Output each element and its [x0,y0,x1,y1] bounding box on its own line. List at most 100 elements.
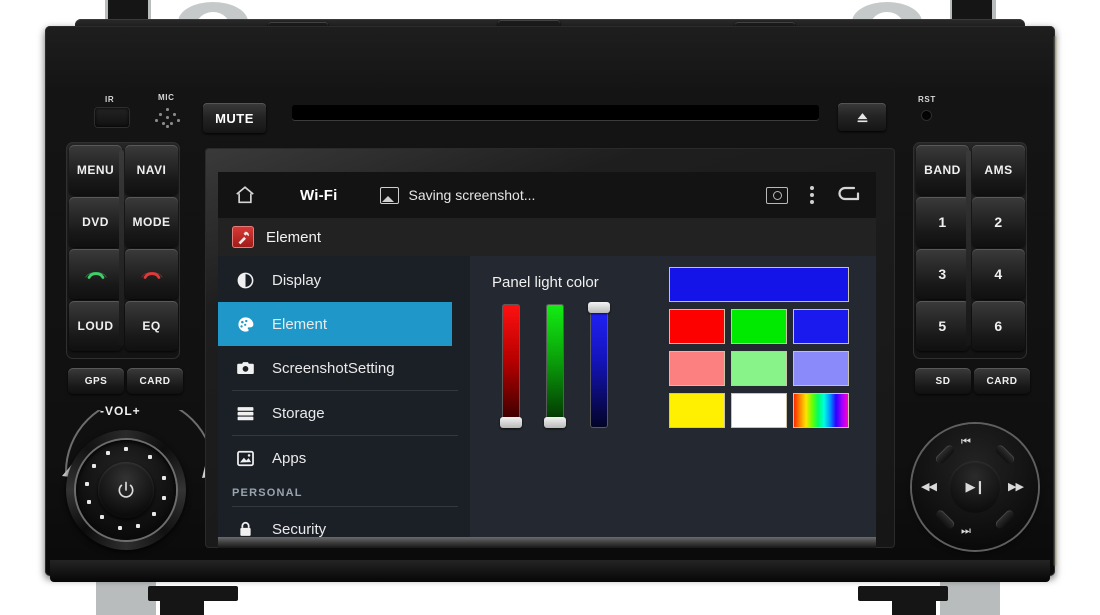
sidebar-item-label: ScreenshotSetting [272,359,395,377]
green-slider[interactable] [546,304,564,428]
preset-2-button[interactable]: 2 [972,197,1025,247]
screen-capture-icon[interactable] [766,186,788,204]
rewind-icon[interactable]: ◀◀ [921,480,937,493]
preset-3-button[interactable]: 3 [916,249,969,299]
eject-button[interactable] [838,103,886,131]
gps-button[interactable]: GPS [68,368,124,394]
bottom-bracket-left [96,580,156,615]
preset-1-button[interactable]: 1 [916,197,969,247]
sidebar-item-label: Apps [272,449,307,467]
navpad-notch-br [994,508,1016,531]
preset-5-button[interactable]: 5 [916,301,969,351]
fast-forward-icon[interactable]: ▶▶ [1008,480,1024,493]
sidebar-item-storage[interactable]: Storage [218,391,470,435]
settings-body: Display Element ScreenshotSetting Storag… [218,256,876,537]
eq-button[interactable]: EQ [125,301,178,351]
body-right-edge [1053,36,1057,566]
menu-button[interactable]: MENU [69,145,122,195]
preset-6-button[interactable]: 6 [972,301,1025,351]
loud-button[interactable]: LOUD [69,301,122,351]
element-app-icon [232,226,254,248]
play-pause-button[interactable]: ▶❙ [949,461,1001,513]
kebab-menu-icon[interactable] [810,186,814,204]
apps-image-icon [232,449,258,468]
sidebar-item-apps[interactable]: Apps [218,436,470,480]
swatch-light-green[interactable] [732,352,786,385]
blue-slider[interactable] [590,304,608,428]
dvd-button[interactable]: DVD [69,197,122,247]
sidebar-item-label: Storage [272,404,325,422]
next-track-icon[interactable]: ⏭ [961,525,971,538]
swatch-white[interactable] [732,394,786,427]
disc-slot[interactable] [292,105,819,120]
navpad-notch-bl [934,508,956,531]
sd-button[interactable]: SD [915,368,971,394]
color-preview [670,268,848,301]
sidebar-item-element[interactable]: Element [218,302,452,346]
navi-button[interactable]: NAVI [125,145,178,195]
app-title: Element [266,228,322,246]
swatch-blue[interactable] [794,310,848,343]
screenshot-root: IR MIC MUTE RST MENU NAVI DVD MODE LOUD … [0,0,1100,615]
left-card-button[interactable]: CARD [127,368,183,394]
status-bar-actions [766,183,862,208]
band-button[interactable]: BAND [916,145,969,195]
sidebar-section-personal: PERSONAL [232,487,303,499]
screenshot-status-text: Saving screenshot... [408,187,536,203]
sidebar-item-screenshotsetting[interactable]: ScreenshotSetting [218,346,470,390]
body-bottom-lip [50,560,1050,582]
home-icon[interactable] [232,182,258,208]
swatch-green[interactable] [732,310,786,343]
lock-icon [232,520,258,538]
mode-button[interactable]: MODE [125,197,178,247]
settings-sidebar: Display Element ScreenshotSetting Storag… [218,256,470,537]
swatch-red[interactable] [670,310,724,343]
element-settings-panel: Panel light color [470,256,876,537]
swatch-rainbow[interactable] [794,394,848,427]
call-answer-button[interactable] [69,249,122,299]
ir-receiver-window [95,108,129,127]
swatch-yellow[interactable] [670,394,724,427]
left-cluster-divider [119,150,124,346]
sidebar-item-display[interactable]: Display [218,258,470,302]
right-card-button[interactable]: CARD [974,368,1030,394]
red-slider-thumb[interactable] [500,417,522,428]
camera-icon [232,359,258,378]
green-slider-thumb[interactable] [544,417,566,428]
swatch-salmon[interactable] [670,352,724,385]
play-pause-icon: ▶❙ [965,479,986,494]
sidebar-item-security[interactable]: Security [218,507,470,537]
sidebar-item-label: Element [272,315,328,333]
power-button[interactable] [98,462,154,518]
blue-slider-thumb[interactable] [588,302,610,313]
navpad-notch-tr [994,443,1016,466]
eject-icon [857,112,867,122]
brightness-icon [232,271,258,290]
mic-label: MIC [158,93,175,102]
prev-track-icon[interactable]: ⏮ [961,436,971,449]
microphone-holes [155,106,181,128]
call-end-icon [140,271,163,279]
palette-icon [232,315,258,334]
mute-button[interactable]: MUTE [203,103,266,133]
bottom-clip-right [892,592,936,615]
screen-bottom-reflection [218,537,876,548]
swatch-periwinkle[interactable] [794,352,848,385]
power-icon [118,481,134,498]
reset-button[interactable] [922,111,931,120]
navpad-notch-tl [934,443,956,466]
image-icon [379,186,399,204]
preset-4-button[interactable]: 4 [972,249,1025,299]
touchscreen[interactable]: Wi-Fi Saving screenshot... Element Displ… [218,172,876,537]
sidebar-item-label: Security [272,520,327,538]
call-answer-icon [84,271,107,279]
call-end-button[interactable] [125,249,178,299]
back-arrow-icon[interactable] [836,183,862,208]
bottom-clip-left [160,592,204,615]
panel-light-color-title: Panel light color [492,274,599,291]
android-status-bar: Wi-Fi Saving screenshot... [218,172,876,218]
red-slider[interactable] [502,304,520,428]
ir-label: IR [105,95,115,104]
bottom-bracket-right [940,580,1000,615]
ams-button[interactable]: AMS [972,145,1025,195]
